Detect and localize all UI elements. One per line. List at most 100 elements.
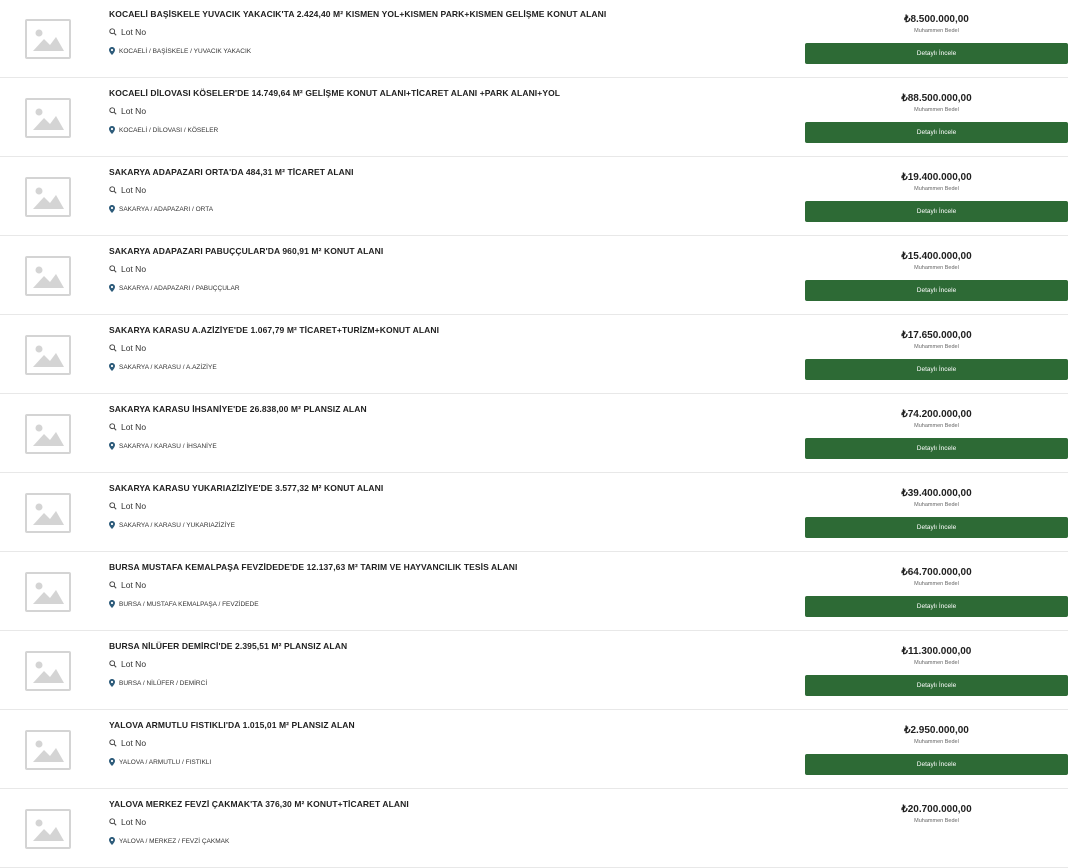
location-info: SAKARYA / ADAPAZARI / PABUÇÇULAR <box>109 284 240 292</box>
price-block: ₺88.500.000,00 Muhammen Bedel <box>805 93 1068 113</box>
image-placeholder-icon[interactable] <box>25 414 71 454</box>
details-button[interactable]: Detaylı İncele <box>805 280 1068 301</box>
image-placeholder-icon[interactable] <box>25 19 71 59</box>
listing-title[interactable]: BURSA MUSTAFA KEMALPAŞA FEVZİDEDE'DE 12.… <box>109 562 518 572</box>
listing-item[interactable]: SAKARYA KARASU A.AZİZİYE'DE 1.067,79 M² … <box>0 316 1068 394</box>
details-button[interactable]: Detaylı İncele <box>805 122 1068 143</box>
listing-item[interactable]: SAKARYA ADAPAZARI ORTA'DA 484,31 M² TİCA… <box>0 158 1068 236</box>
image-placeholder-icon[interactable] <box>25 256 71 296</box>
map-pin-icon <box>109 521 115 529</box>
details-button[interactable]: Detaylı İncele <box>805 675 1068 696</box>
listing-item[interactable]: SAKARYA KARASU YUKARIAZİZİYE'DE 3.577,32… <box>0 474 1068 552</box>
price-value: ₺20.700.000,00 <box>901 804 972 815</box>
map-pin-icon <box>109 363 115 371</box>
location-info: YALOVA / MERKEZ / FEVZİ ÇAKMAK <box>109 837 229 845</box>
image-placeholder-icon[interactable] <box>25 572 71 612</box>
lot-label: Lot No <box>121 738 147 748</box>
location-text: YALOVA / MERKEZ / FEVZİ ÇAKMAK <box>119 837 230 845</box>
listing-title[interactable]: BURSA NİLÜFER DEMİRCİ'DE 2.395,51 M² PLA… <box>109 641 347 651</box>
listing-item[interactable]: YALOVA ARMUTLU FISTIKLI'DA 1.015,01 M² P… <box>0 711 1068 789</box>
lot-info: Lot No <box>109 185 146 195</box>
listing-item[interactable]: BURSA MUSTAFA KEMALPAŞA FEVZİDEDE'DE 12.… <box>0 553 1068 631</box>
search-icon <box>109 581 117 589</box>
details-button[interactable]: Detaylı İncele <box>805 596 1068 617</box>
search-icon <box>109 265 117 273</box>
listing-title[interactable]: KOCAELİ BAŞİSKELE YUVACIK YAKACIK'TA 2.4… <box>109 9 606 19</box>
price-label: Muhammen Bedel <box>914 28 959 34</box>
price-block: ₺17.650.000,00 Muhammen Bedel <box>805 330 1068 350</box>
location-info: KOCAELİ / BAŞİSKELE / YUVACIK YAKACIK <box>109 47 251 55</box>
lot-label: Lot No <box>121 106 147 116</box>
price-block: ₺39.400.000,00 Muhammen Bedel <box>805 488 1068 508</box>
location-text: SAKARYA / KARASU / İHSANİYE <box>119 442 217 450</box>
location-text: YALOVA / ARMUTLU / FISTIKLI <box>119 758 212 766</box>
map-pin-icon <box>109 600 115 608</box>
listing-item[interactable]: YALOVA MERKEZ FEVZİ ÇAKMAK'TA 376,30 M² … <box>0 790 1068 868</box>
search-icon <box>109 344 117 352</box>
listing-title[interactable]: YALOVA MERKEZ FEVZİ ÇAKMAK'TA 376,30 M² … <box>109 799 409 809</box>
listing-item[interactable]: BURSA NİLÜFER DEMİRCİ'DE 2.395,51 M² PLA… <box>0 632 1068 710</box>
price-label: Muhammen Bedel <box>914 818 959 824</box>
lot-label: Lot No <box>121 501 147 511</box>
image-placeholder-icon[interactable] <box>25 98 71 138</box>
price-label: Muhammen Bedel <box>914 423 959 429</box>
map-pin-icon <box>109 837 115 845</box>
price-value: ₺19.400.000,00 <box>901 172 972 183</box>
listing-title[interactable]: SAKARYA KARASU İHSANİYE'DE 26.838,00 M² … <box>109 404 367 414</box>
lot-info: Lot No <box>109 501 146 511</box>
price-label: Muhammen Bedel <box>914 344 959 350</box>
details-button[interactable]: Detaylı İncele <box>805 43 1068 64</box>
image-placeholder-icon[interactable] <box>25 493 71 533</box>
location-info: YALOVA / ARMUTLU / FISTIKLI <box>109 758 211 766</box>
lot-info: Lot No <box>109 659 146 669</box>
location-info: SAKARYA / KARASU / YUKARIAZİZİYE <box>109 521 235 529</box>
listing-title[interactable]: SAKARYA ADAPAZARI PABUÇÇULAR'DA 960,91 M… <box>109 246 383 256</box>
image-placeholder-icon[interactable] <box>25 177 71 217</box>
listing-item[interactable]: SAKARYA KARASU İHSANİYE'DE 26.838,00 M² … <box>0 395 1068 473</box>
listing-item[interactable]: KOCAELİ BAŞİSKELE YUVACIK YAKACIK'TA 2.4… <box>0 0 1068 78</box>
details-button[interactable]: Detaylı İncele <box>805 359 1068 380</box>
lot-label: Lot No <box>121 817 147 827</box>
map-pin-icon <box>109 758 115 766</box>
location-text: KOCAELİ / BAŞİSKELE / YUVACIK YAKACIK <box>119 47 252 55</box>
listing-title[interactable]: SAKARYA KARASU YUKARIAZİZİYE'DE 3.577,32… <box>109 483 383 493</box>
location-info: BURSA / NİLÜFER / DEMİRCİ <box>109 679 207 687</box>
price-block: ₺15.400.000,00 Muhammen Bedel <box>805 251 1068 271</box>
price-value: ₺15.400.000,00 <box>901 251 972 262</box>
details-button[interactable]: Detaylı İncele <box>805 754 1068 775</box>
search-icon <box>109 423 117 431</box>
lot-label: Lot No <box>121 264 147 274</box>
listing-title[interactable]: SAKARYA ADAPAZARI ORTA'DA 484,31 M² TİCA… <box>109 167 354 177</box>
price-label: Muhammen Bedel <box>914 739 959 745</box>
image-placeholder-icon[interactable] <box>25 730 71 770</box>
price-block: ₺20.700.000,00 Muhammen Bedel <box>805 804 1068 824</box>
listing-item[interactable]: SAKARYA ADAPAZARI PABUÇÇULAR'DA 960,91 M… <box>0 237 1068 315</box>
location-info: SAKARYA / ADAPAZARI / ORTA <box>109 205 213 213</box>
lot-label: Lot No <box>121 343 147 353</box>
location-text: BURSA / MUSTAFA KEMALPAŞA / FEVZİDEDE <box>119 600 259 608</box>
location-text: BURSA / NİLÜFER / DEMİRCİ <box>119 679 208 687</box>
lot-info: Lot No <box>109 343 146 353</box>
location-info: BURSA / MUSTAFA KEMALPAŞA / FEVZİDEDE <box>109 600 259 608</box>
search-icon <box>109 739 117 747</box>
price-value: ₺64.700.000,00 <box>901 567 972 578</box>
price-label: Muhammen Bedel <box>914 581 959 587</box>
map-pin-icon <box>109 679 115 687</box>
price-label: Muhammen Bedel <box>914 265 959 271</box>
price-value: ₺2.950.000,00 <box>904 725 969 736</box>
image-placeholder-icon[interactable] <box>25 651 71 691</box>
price-label: Muhammen Bedel <box>914 660 959 666</box>
map-pin-icon <box>109 205 115 213</box>
listing-title[interactable]: YALOVA ARMUTLU FISTIKLI'DA 1.015,01 M² P… <box>109 720 355 730</box>
image-placeholder-icon[interactable] <box>25 809 71 849</box>
image-placeholder-icon[interactable] <box>25 335 71 375</box>
listing-item[interactable]: KOCAELİ DİLOVASI KÖSELER'DE 14.749,64 M²… <box>0 79 1068 157</box>
location-info: SAKARYA / KARASU / İHSANİYE <box>109 442 217 450</box>
price-block: ₺19.400.000,00 Muhammen Bedel <box>805 172 1068 192</box>
details-button[interactable]: Detaylı İncele <box>805 201 1068 222</box>
listing-title[interactable]: KOCAELİ DİLOVASI KÖSELER'DE 14.749,64 M²… <box>109 88 560 98</box>
details-button[interactable]: Detaylı İncele <box>805 438 1068 459</box>
map-pin-icon <box>109 442 115 450</box>
details-button[interactable]: Detaylı İncele <box>805 517 1068 538</box>
listing-title[interactable]: SAKARYA KARASU A.AZİZİYE'DE 1.067,79 M² … <box>109 325 439 335</box>
